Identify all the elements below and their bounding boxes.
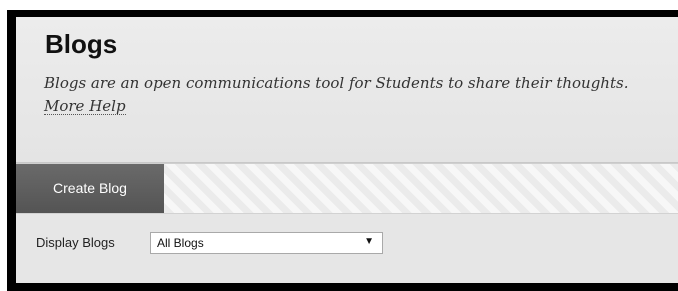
page-header: Blogs Blogs are an open communications t… <box>16 17 678 163</box>
create-blog-button[interactable]: Create Blog <box>16 164 164 213</box>
page-title: Blogs <box>45 29 118 59</box>
page-description: Blogs are an open communications tool fo… <box>44 74 629 92</box>
chevron-down-icon: ▼ <box>364 236 374 247</box>
action-bar: Create Blog <box>16 163 678 213</box>
display-blogs-select[interactable]: All Blogs ▼ <box>150 232 383 254</box>
display-blogs-filter: Display Blogs All Blogs ▼ <box>16 213 678 283</box>
more-help-link[interactable]: More Help <box>44 98 126 115</box>
display-blogs-label: Display Blogs <box>36 235 115 250</box>
screenshot-frame: Blogs Blogs are an open communications t… <box>7 10 678 291</box>
blogs-page: Blogs Blogs are an open communications t… <box>16 17 678 283</box>
select-value: All Blogs <box>157 236 204 250</box>
